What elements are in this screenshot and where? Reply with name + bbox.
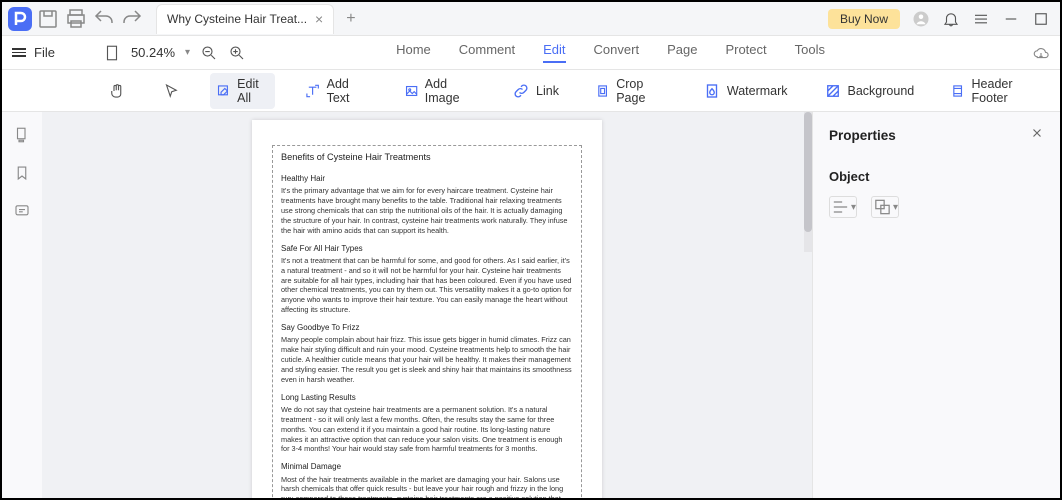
section-paragraph: Most of the hair treatments available in… bbox=[281, 475, 573, 498]
header-footer-label: Header Footer bbox=[972, 77, 1040, 105]
add-image-label: Add Image bbox=[425, 77, 476, 105]
background-label: Background bbox=[848, 84, 915, 98]
menu-protect[interactable]: Protect bbox=[725, 42, 766, 63]
doc-title: Benefits of Cysteine Hair Treatments bbox=[281, 152, 573, 164]
crop-page-label: Crop Page bbox=[616, 77, 667, 105]
background-icon bbox=[824, 82, 842, 100]
properties-panel: Properties Object ▾ ▾ bbox=[812, 112, 1060, 498]
file-label: File bbox=[34, 45, 55, 60]
align-tool[interactable]: ▾ bbox=[829, 196, 857, 218]
edit-icon bbox=[216, 82, 231, 100]
bell-icon[interactable] bbox=[942, 10, 960, 28]
select-tool[interactable] bbox=[156, 78, 186, 104]
background-button[interactable]: Background bbox=[818, 78, 921, 104]
add-tab-icon[interactable]: + bbox=[346, 10, 355, 28]
hand-icon bbox=[108, 82, 126, 100]
section-heading: Say Goodbye To Frizz bbox=[281, 323, 573, 333]
menu-page[interactable]: Page bbox=[667, 42, 697, 63]
text-selection-box[interactable]: Benefits of Cysteine Hair Treatments Hea… bbox=[272, 145, 582, 498]
edit-toolbar: Edit All Add Text Add Image Link Crop Pa… bbox=[2, 70, 1060, 112]
arrange-tool[interactable]: ▾ bbox=[871, 196, 899, 218]
section-paragraph: It's not a treatment that can be harmful… bbox=[281, 256, 573, 315]
chevron-down-icon[interactable]: ▾ bbox=[185, 47, 190, 58]
thumbnails-icon[interactable] bbox=[13, 126, 31, 144]
section-heading: Minimal Damage bbox=[281, 462, 573, 472]
minimize-icon[interactable] bbox=[1002, 10, 1020, 28]
header-footer-button[interactable]: Header Footer bbox=[944, 73, 1046, 109]
image-icon bbox=[404, 82, 419, 100]
menu-edit[interactable]: Edit bbox=[543, 42, 565, 63]
undo-icon[interactable] bbox=[92, 7, 116, 31]
close-icon[interactable]: × bbox=[315, 11, 323, 27]
scrollbar-thumb[interactable] bbox=[804, 112, 812, 232]
page-icon[interactable] bbox=[103, 44, 121, 62]
app-logo[interactable] bbox=[8, 7, 32, 31]
main-menu: Home Comment Edit Convert Page Protect T… bbox=[396, 42, 825, 63]
bookmark-icon[interactable] bbox=[13, 164, 31, 182]
header-footer-icon bbox=[950, 82, 965, 100]
section-paragraph: Many people complain about hair frizz. T… bbox=[281, 335, 573, 384]
hamburger-icon bbox=[12, 48, 26, 57]
section-heading: Safe For All Hair Types bbox=[281, 244, 573, 254]
watermark-button[interactable]: Watermark bbox=[697, 78, 794, 104]
file-menu[interactable]: File bbox=[12, 45, 55, 60]
section-paragraph: We do not say that cysteine hair treatme… bbox=[281, 405, 573, 454]
titlebar-left bbox=[2, 7, 144, 31]
section-heading: Long Lasting Results bbox=[281, 393, 573, 403]
section-paragraph: It's the primary advantage that we aim f… bbox=[281, 186, 573, 235]
add-text-label: Add Text bbox=[327, 77, 368, 105]
comment-rail-icon[interactable] bbox=[13, 202, 31, 220]
menu-comment[interactable]: Comment bbox=[459, 42, 515, 63]
add-text-button[interactable]: Add Text bbox=[299, 73, 373, 109]
titlebar-right: Buy Now bbox=[828, 9, 1060, 29]
body-area: Benefits of Cysteine Hair Treatments Hea… bbox=[2, 112, 1060, 498]
add-image-button[interactable]: Add Image bbox=[398, 73, 482, 109]
print-icon[interactable] bbox=[64, 7, 88, 31]
left-rail bbox=[2, 112, 42, 498]
link-label: Link bbox=[536, 84, 559, 98]
user-icon[interactable] bbox=[912, 10, 930, 28]
zoom-value[interactable]: 50.24% bbox=[131, 45, 175, 60]
menu-home[interactable]: Home bbox=[396, 42, 431, 63]
maximize-icon[interactable] bbox=[1032, 10, 1050, 28]
zoom-out-icon[interactable] bbox=[200, 44, 218, 62]
menu-tools[interactable]: Tools bbox=[795, 42, 825, 63]
watermark-label: Watermark bbox=[727, 84, 788, 98]
menubar: File 50.24% ▾ Home Comment Edit Convert … bbox=[2, 36, 1060, 70]
link-icon bbox=[512, 82, 530, 100]
close-panel-icon[interactable] bbox=[1030, 126, 1044, 145]
panel-header: Properties bbox=[829, 126, 1044, 145]
menu-convert[interactable]: Convert bbox=[594, 42, 640, 63]
menu-icon[interactable] bbox=[972, 10, 990, 28]
zoom-controls: 50.24% ▾ bbox=[103, 44, 246, 62]
titlebar: Why Cysteine Hair Treat... × + Buy Now bbox=[2, 2, 1060, 36]
crop-icon bbox=[595, 82, 610, 100]
edit-all-label: Edit All bbox=[237, 77, 269, 105]
save-icon[interactable] bbox=[36, 7, 60, 31]
zoom-in-icon[interactable] bbox=[228, 44, 246, 62]
cloud-icon[interactable] bbox=[1032, 44, 1050, 62]
document-page: Benefits of Cysteine Hair Treatments Hea… bbox=[252, 120, 602, 498]
cursor-icon bbox=[162, 82, 180, 100]
object-tools: ▾ ▾ bbox=[829, 196, 1044, 218]
hand-tool[interactable] bbox=[102, 78, 132, 104]
redo-icon[interactable] bbox=[120, 7, 144, 31]
section-heading: Healthy Hair bbox=[281, 174, 573, 184]
watermark-icon bbox=[703, 82, 721, 100]
panel-subtitle: Object bbox=[829, 169, 1044, 184]
edit-all-button[interactable]: Edit All bbox=[210, 73, 275, 109]
tab-title: Why Cysteine Hair Treat... bbox=[167, 12, 307, 26]
link-button[interactable]: Link bbox=[506, 78, 565, 104]
buy-now-button[interactable]: Buy Now bbox=[828, 9, 900, 29]
canvas[interactable]: Benefits of Cysteine Hair Treatments Hea… bbox=[42, 112, 812, 498]
crop-page-button[interactable]: Crop Page bbox=[589, 73, 673, 109]
text-icon bbox=[305, 82, 320, 100]
panel-title: Properties bbox=[829, 128, 896, 143]
document-tab[interactable]: Why Cysteine Hair Treat... × bbox=[156, 4, 334, 34]
